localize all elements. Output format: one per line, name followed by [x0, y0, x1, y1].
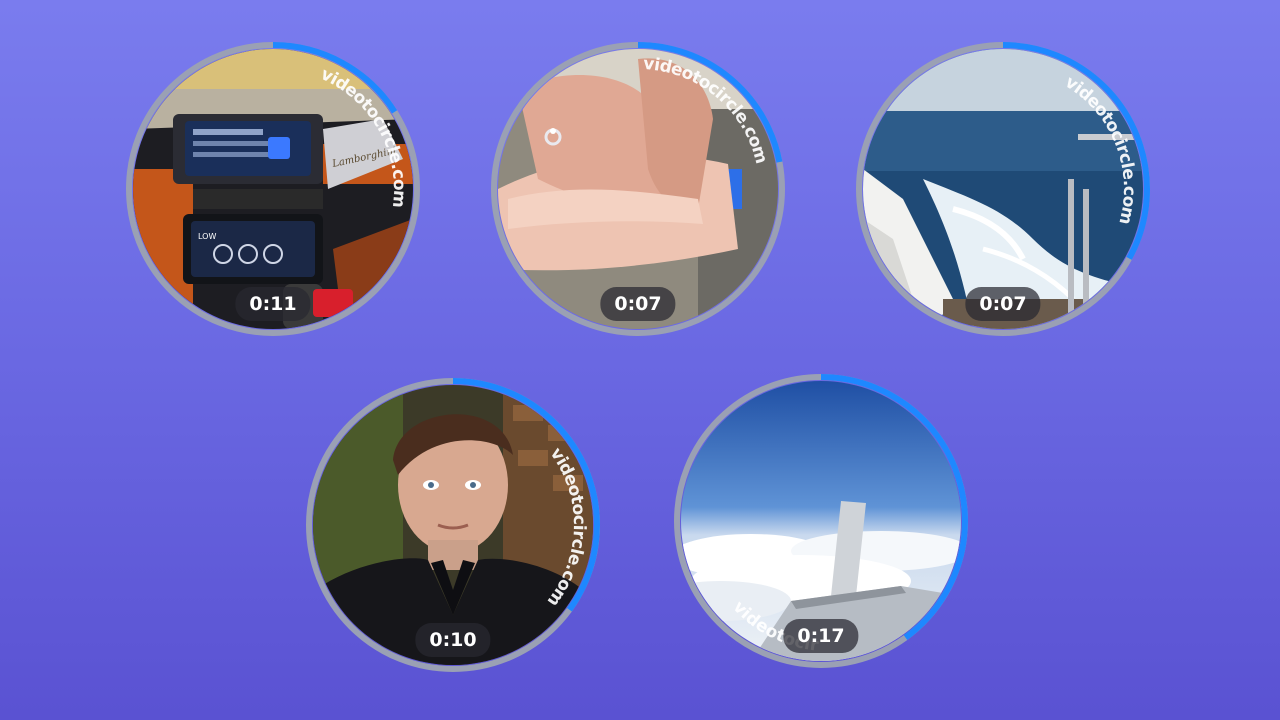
video-circle-5[interactable]: videotocircle.com 0:17	[673, 373, 969, 669]
duration-badge: 0:11	[235, 287, 311, 321]
video-circle-2[interactable]: videotocircle.com 0:07	[490, 41, 786, 337]
video-circle-1[interactable]: LOW Lamborghini videotocircle.com 0:11	[125, 41, 421, 337]
duration-badge: 0:10	[415, 623, 491, 657]
duration-badge: 0:07	[600, 287, 676, 321]
duration-badge: 0:07	[965, 287, 1041, 321]
screen-button-label: LOW	[198, 232, 216, 241]
video-circle-4[interactable]: videotocircle.com 0:10	[305, 377, 601, 673]
video-circle-3[interactable]: videotocircle.com 0:07	[855, 41, 1151, 337]
duration-badge: 0:17	[783, 619, 859, 653]
